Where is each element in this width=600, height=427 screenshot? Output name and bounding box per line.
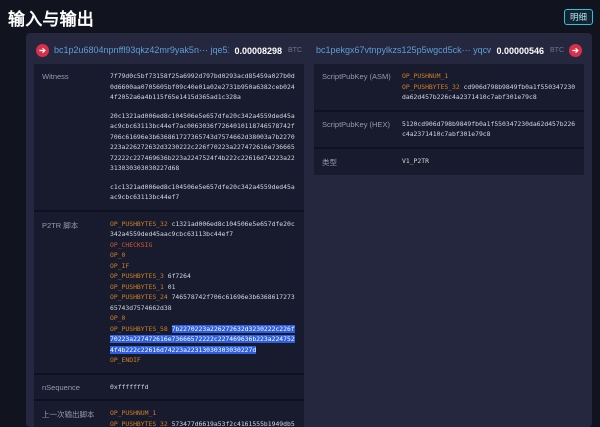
opcode: OP_PUSHBYTES_1 <box>110 283 164 291</box>
opcode: OP_PUSHBYTES_3 <box>110 272 164 280</box>
opcode: OP_ENDIF <box>110 356 141 364</box>
output-column: bc1pekgx67vtnpylkzs125p5wgcd5ck⋯ yqcwedd… <box>314 40 584 175</box>
script-asm-line: OP_ENDIF <box>110 355 296 366</box>
row-label: Witness <box>42 71 110 203</box>
push-data: 6f7264 <box>168 272 191 280</box>
witness-hex-block: 7f79d0c5bf73158f25a6992d797bd0293acd8545… <box>110 71 296 103</box>
input-amount: 0.00008298 <box>234 46 282 56</box>
row-label: 上一次输出脚本 <box>42 408 110 427</box>
script-asm-line: OP_0 <box>110 313 296 324</box>
opcode: OP_PUSHBYTES_32 <box>110 220 168 228</box>
witness-hex-block: c1c1321ad006ed8c104506e5e657dfe20c342a45… <box>110 182 296 203</box>
opcode: OP_PUSHNUM_1 <box>110 409 156 417</box>
script-asm-line: OP_PUSHBYTES_58 7b2270223a226272632d3230… <box>110 324 296 356</box>
row-label: 类型 <box>322 156 402 168</box>
input-address-link[interactable]: bc1p2u6804npnffl93qkz42mr9yak5n⋯ jqe51d8… <box>54 45 229 56</box>
output-currency-label: BTC <box>550 47 564 54</box>
script-asm-line: OP_PUSHBYTES_3 6f7264 <box>110 271 296 282</box>
io-panel: ➔ bc1p2u6804npnffl93qkz42mr9yak5n⋯ jqe51… <box>26 33 592 427</box>
opcode: OP_PUSHBYTES_24 <box>110 293 168 301</box>
output-amount: 0.00000546 <box>496 46 544 56</box>
witness-hex-block: 20c1321ad006ed8c104506e5e657dfe20c342a45… <box>110 111 296 174</box>
script-asm-line: OP_IF <box>110 261 296 272</box>
script-asm-line: OP_PUSHNUM_1 <box>110 408 296 419</box>
input-detail-rows: Witness7f79d0c5bf73158f25a6992d797bd0293… <box>34 64 304 427</box>
row-label: P2TR 脚本 <box>42 219 110 366</box>
script-asm-line: OP_PUSHNUM_1 <box>402 71 576 82</box>
script-asm-line: OP_CHECKSIG <box>110 240 296 251</box>
script-asm-line: OP_PUSHBYTES_32 c1321ad006ed8c104506e5e6… <box>110 219 296 240</box>
output-address-row: bc1pekgx67vtnpylkzs125p5wgcd5ck⋯ yqcwedd… <box>314 40 584 61</box>
row-value: V1_P2TR <box>402 156 576 168</box>
detail-row: P2TR 脚本OP_PUSHBYTES_32 c1321ad006ed8c104… <box>34 212 304 375</box>
input-column: ➔ bc1p2u6804npnffl93qkz42mr9yak5n⋯ jqe51… <box>34 40 304 427</box>
script-asm-line: OP_PUSHBYTES_24 746578742f706c61696e3b63… <box>110 292 296 313</box>
opcode: OP_IF <box>110 262 129 270</box>
output-arrow-icon[interactable]: ➔ <box>569 44 582 57</box>
opcode: OP_PUSHBYTES_58 <box>110 325 168 333</box>
row-value: OP_PUSHNUM_1 OP_PUSHBYTES_32 cd906d798b98… <box>402 71 576 103</box>
script-asm-line: OP_PUSHBYTES_32 573477d6619a53f2c4161555… <box>110 419 296 427</box>
push-data: 01 <box>168 283 176 291</box>
row-label: ScriptPubKey (HEX) <box>322 119 402 140</box>
script-asm-line: OP_PUSHBYTES_32 cd906d798b9849fb0a1f5503… <box>402 82 576 103</box>
row-label: nSequence <box>42 382 110 393</box>
detail-row: 上一次输出脚本OP_PUSHNUM_1 OP_PUSHBYTES_32 57347… <box>34 401 304 427</box>
row-value: 5120cd906d798b9849fb0a1f550347230da62d45… <box>402 119 576 140</box>
input-currency-label: BTC <box>288 47 302 54</box>
detail-row: nSequence0xfffffffd <box>34 375 304 402</box>
row-value: OP_PUSHNUM_1 OP_PUSHBYTES_32 573477d6619a… <box>110 408 296 427</box>
detail-row: 类型V1_P2TR <box>314 149 584 175</box>
detail-row: Witness7f79d0c5bf73158f25a6992d797bd0293… <box>34 64 304 212</box>
opcode: OP_PUSHNUM_1 <box>402 72 448 80</box>
row-value: OP_PUSHBYTES_32 c1321ad006ed8c104506e5e6… <box>110 219 296 366</box>
output-detail-rows: ScriptPubKey (ASM)OP_PUSHNUM_1 OP_PUSHBYT… <box>314 64 584 175</box>
opcode: OP_0 <box>110 314 125 322</box>
input-arrow-icon[interactable]: ➔ <box>36 44 49 57</box>
opcode: OP_PUSHBYTES_32 <box>402 83 460 91</box>
input-address-row: ➔ bc1p2u6804npnffl93qkz42mr9yak5n⋯ jqe51… <box>34 40 304 61</box>
opcode: OP_PUSHBYTES_32 <box>110 420 168 427</box>
transaction-io-page: 输入与输出 明细 ➔ bc1p2u6804npnffl93qkz42mr9yak… <box>0 0 600 427</box>
opcode: OP_0 <box>110 251 125 259</box>
page-header: 输入与输出 明细 <box>0 0 600 33</box>
output-address-link[interactable]: bc1pekgx67vtnpylkzs125p5wgcd5ck⋯ yqcwedd… <box>316 45 491 56</box>
detail-row: ScriptPubKey (HEX)5120cd906d798b9849fb0a… <box>314 112 584 149</box>
row-value: 0xfffffffd <box>110 382 296 393</box>
script-asm-line: OP_0 <box>110 250 296 261</box>
script-asm-line: OP_PUSHBYTES_1 01 <box>110 282 296 293</box>
row-label: ScriptPubKey (ASM) <box>322 71 402 103</box>
page-title: 输入与输出 <box>8 5 94 30</box>
row-value: 7f79d0c5bf73158f25a6992d797bd0293acd8545… <box>110 71 296 203</box>
opcode: OP_CHECKSIG <box>110 241 152 249</box>
detail-row: ScriptPubKey (ASM)OP_PUSHNUM_1 OP_PUSHBYT… <box>314 64 584 112</box>
details-button[interactable]: 明细 <box>564 9 593 26</box>
